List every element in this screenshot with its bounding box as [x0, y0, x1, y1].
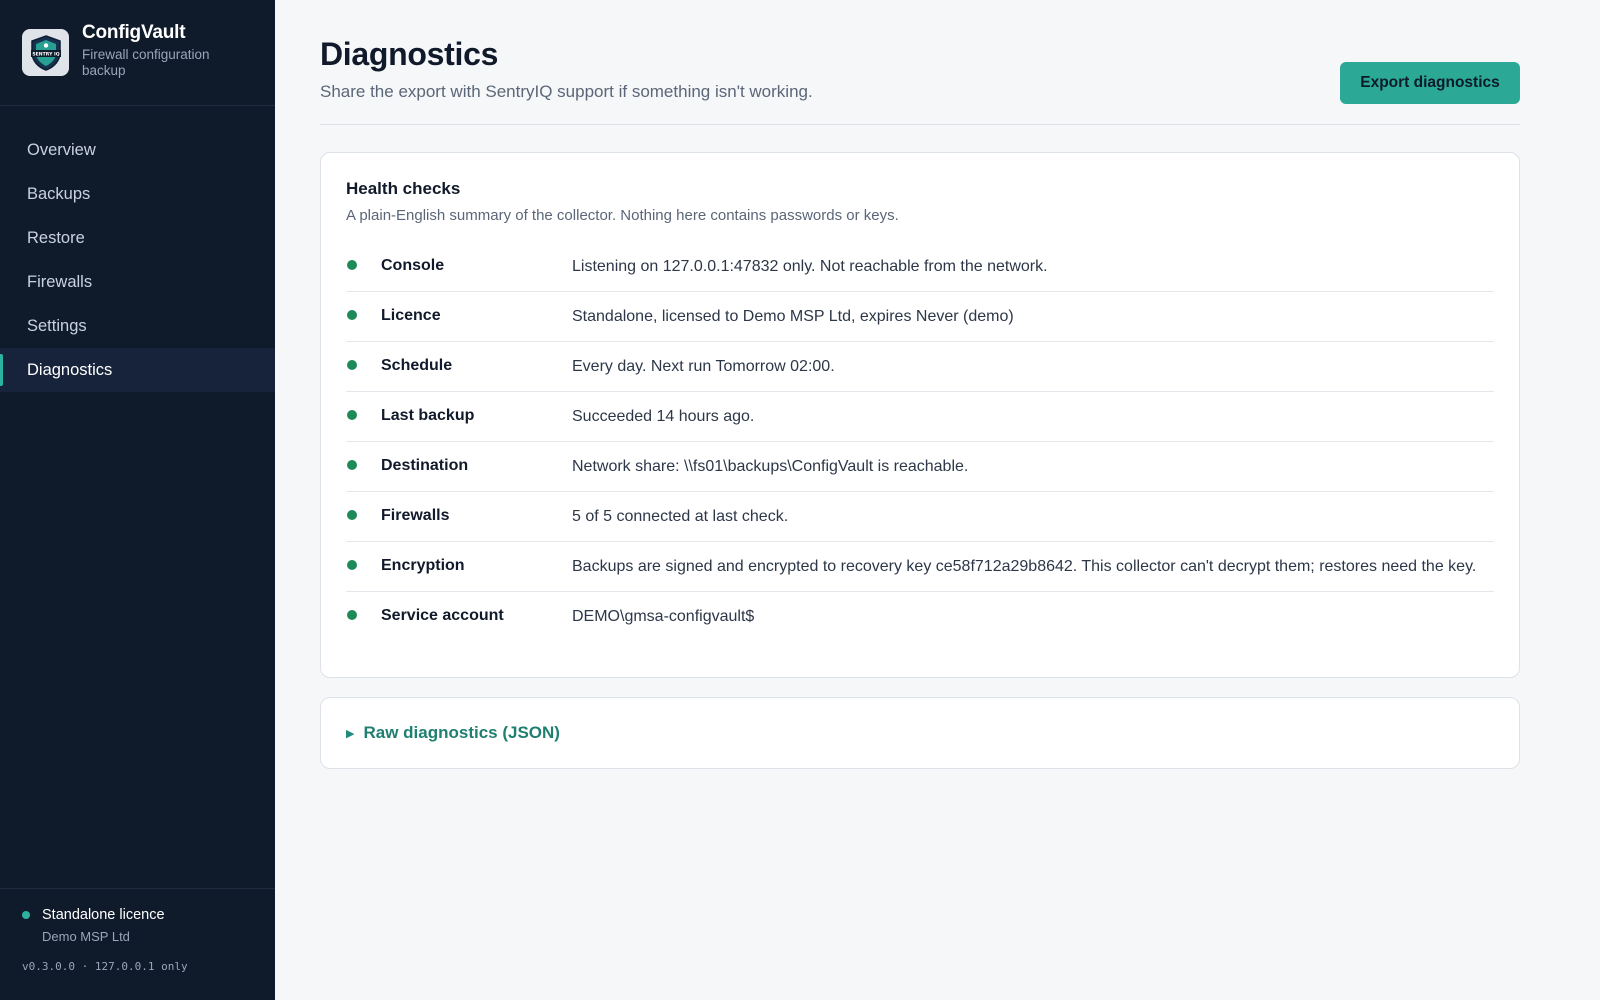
status-ok-dot: [347, 310, 357, 320]
health-checks-subtitle: A plain-English summary of the collector…: [346, 207, 899, 224]
check-value: Standalone, licensed to Demo MSP Ltd, ex…: [572, 308, 1014, 325]
check-row-licence: Licence Standalone, licensed to Demo MSP…: [346, 292, 1494, 342]
health-checks-list: Console Listening on 127.0.0.1:47832 onl…: [346, 242, 1494, 641]
health-checks-title: Health checks: [346, 179, 461, 198]
check-row-schedule: Schedule Every day. Next run Tomorrow 02…: [346, 342, 1494, 392]
page-header: Diagnostics Share the export with Sentry…: [320, 0, 1520, 125]
sidebar-nav: Overview Backups Restore Firewalls Setti…: [0, 128, 275, 392]
licence-title: Standalone licence: [42, 907, 165, 923]
check-label: Console: [381, 257, 445, 274]
check-value: Backups are signed and encrypted to reco…: [572, 558, 1477, 575]
check-value: Every day. Next run Tomorrow 02:00.: [572, 358, 835, 375]
sidebar-item-restore[interactable]: Restore: [0, 216, 275, 260]
check-value: Listening on 127.0.0.1:47832 only. Not r…: [572, 258, 1048, 275]
app-subtitle: Firewall configuration backup: [82, 47, 210, 78]
licence-status-dot: [22, 911, 30, 919]
sidebar-footer: Standalone licence Demo MSP Ltd v0.3.0.0…: [0, 888, 275, 1000]
sidebar-item-overview[interactable]: Overview: [0, 128, 275, 172]
sidebar-item-firewalls[interactable]: Firewalls: [0, 260, 275, 304]
status-ok-dot: [347, 610, 357, 620]
status-ok-dot: [347, 510, 357, 520]
status-ok-dot: [347, 410, 357, 420]
check-value: Network share: \\fs01\backups\ConfigVaul…: [572, 458, 969, 475]
check-row-encryption: Encryption Backups are signed and encryp…: [346, 542, 1494, 592]
check-row-service-account: Service account DEMO\gmsa-configvault$: [346, 592, 1494, 641]
check-row-destination: Destination Network share: \\fs01\backup…: [346, 442, 1494, 492]
check-label: Licence: [381, 307, 441, 324]
check-label: Encryption: [381, 557, 465, 574]
raw-diagnostics-label: Raw diagnostics (JSON): [363, 723, 560, 742]
check-row-last-backup: Last backup Succeeded 14 hours ago.: [346, 392, 1494, 442]
check-label: Destination: [381, 457, 469, 474]
check-value: DEMO\gmsa-configvault$: [572, 608, 755, 625]
status-ok-dot: [347, 560, 357, 570]
page-subtitle: Share the export with SentryIQ support i…: [320, 82, 813, 101]
check-label: Schedule: [381, 357, 453, 374]
check-label: Firewalls: [381, 507, 450, 524]
status-ok-dot: [347, 360, 357, 370]
health-checks-card: Health checks A plain-English summary of…: [320, 152, 1520, 678]
shield-logo-icon: SENTRY IQ: [22, 29, 69, 76]
version-info: v0.3.0.0 · 127.0.0.1 only: [22, 960, 188, 973]
check-value: 5 of 5 connected at last check.: [572, 508, 789, 525]
main-content: Diagnostics Share the export with Sentry…: [320, 0, 1520, 769]
status-ok-dot: [347, 260, 357, 270]
export-diagnostics-button[interactable]: Export diagnostics: [1340, 62, 1520, 104]
check-label: Last backup: [381, 407, 475, 424]
sidebar-item-diagnostics[interactable]: Diagnostics: [0, 348, 275, 392]
check-row-firewalls: Firewalls 5 of 5 connected at last check…: [346, 492, 1494, 542]
app-name: ConfigVault: [82, 22, 186, 43]
brand: SENTRY IQ ConfigVault Firewall configura…: [0, 0, 275, 106]
page-title: Diagnostics: [320, 36, 499, 72]
licence-org: Demo MSP Ltd: [42, 929, 130, 944]
status-ok-dot: [347, 460, 357, 470]
logo-wordmark: SENTRY IQ: [32, 51, 59, 57]
check-row-console: Console Listening on 127.0.0.1:47832 onl…: [346, 242, 1494, 292]
check-label: Service account: [381, 607, 504, 624]
caret-right-icon: ▶: [346, 727, 355, 740]
check-value: Succeeded 14 hours ago.: [572, 408, 755, 425]
raw-diagnostics-toggle[interactable]: ▶ Raw diagnostics (JSON): [320, 697, 1520, 769]
sidebar-item-backups[interactable]: Backups: [0, 172, 275, 216]
sidebar: SENTRY IQ ConfigVault Firewall configura…: [0, 0, 275, 1000]
sidebar-item-settings[interactable]: Settings: [0, 304, 275, 348]
